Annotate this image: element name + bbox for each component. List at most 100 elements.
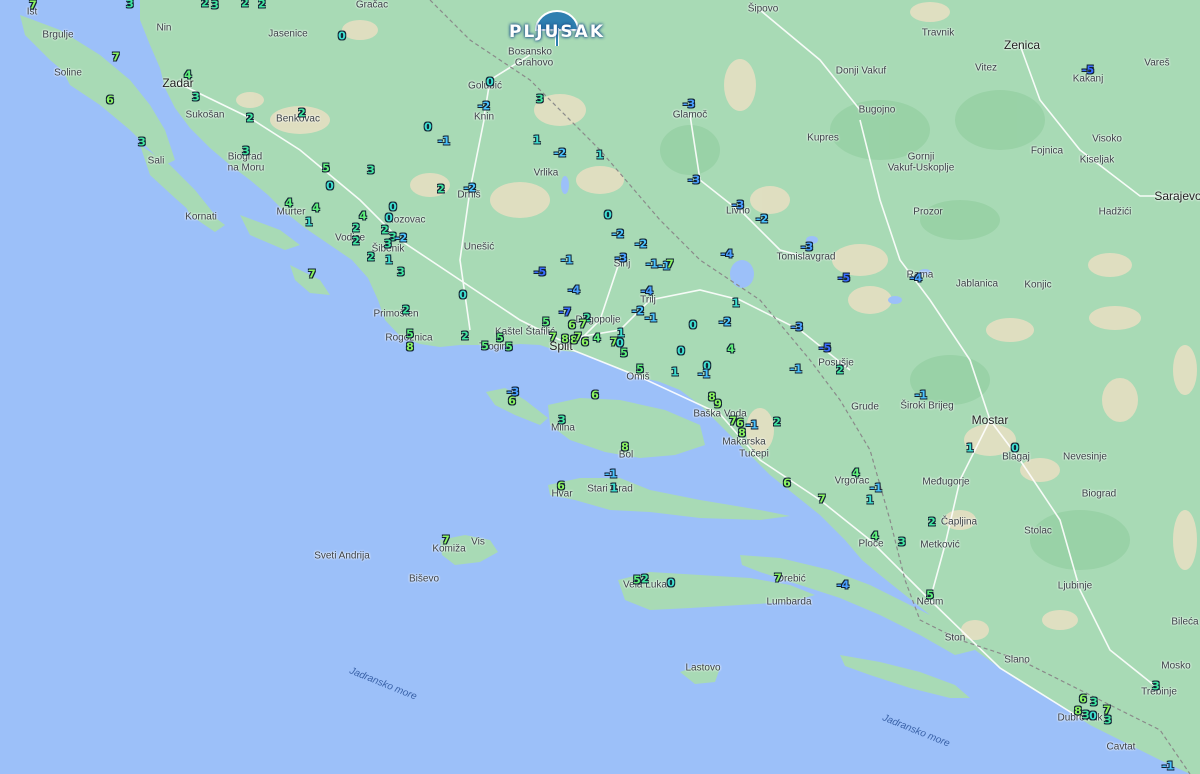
temperature-marker[interactable]: 4 <box>593 332 601 345</box>
temperature-marker[interactable]: 7 <box>112 51 120 64</box>
temperature-marker[interactable]: -1 <box>561 254 573 267</box>
temperature-marker[interactable]: 1 <box>305 216 313 229</box>
temperature-marker[interactable]: -1 <box>645 312 657 325</box>
temperature-marker[interactable]: 0 <box>677 345 685 358</box>
temperature-marker[interactable]: -4 <box>910 272 922 285</box>
temperature-marker[interactable]: 3 <box>126 0 134 11</box>
logo[interactable]: PLJUSAK <box>506 8 608 48</box>
temperature-marker[interactable]: -2 <box>612 228 624 241</box>
temperature-marker[interactable]: 2 <box>773 416 781 429</box>
temperature-marker[interactable]: 3 <box>192 91 200 104</box>
temperature-marker[interactable]: 5 <box>406 328 414 341</box>
temperature-marker[interactable]: 2 <box>836 364 844 377</box>
temperature-marker[interactable]: 0 <box>424 121 432 134</box>
temperature-marker[interactable]: 6 <box>783 477 791 490</box>
temperature-marker[interactable]: 4 <box>727 343 735 356</box>
temperature-marker[interactable]: -2 <box>464 182 476 195</box>
temperature-marker[interactable]: -2 <box>554 147 566 160</box>
temperature-marker[interactable]: -3 <box>683 98 695 111</box>
temperature-marker[interactable]: -1 <box>1162 760 1174 773</box>
temperature-marker[interactable]: 8 <box>406 341 414 354</box>
temperature-marker[interactable]: -1 <box>790 363 802 376</box>
temperature-marker[interactable]: 3 <box>558 414 566 427</box>
temperature-marker[interactable]: 2 <box>298 107 306 120</box>
temperature-marker[interactable]: -4 <box>837 579 849 592</box>
temperature-marker[interactable]: 3 <box>242 145 250 158</box>
temperature-marker[interactable]: 0 <box>1089 710 1097 723</box>
temperature-marker[interactable]: 2 <box>352 222 360 235</box>
temperature-marker[interactable]: -2 <box>632 305 644 318</box>
temperature-marker[interactable]: -2 <box>719 316 731 329</box>
temperature-marker[interactable]: 5 <box>322 162 330 175</box>
temperature-marker[interactable]: 7 <box>579 318 587 331</box>
temperature-marker[interactable]: 8 <box>738 427 746 440</box>
temperature-marker[interactable]: 2 <box>461 330 469 343</box>
temperature-marker[interactable]: 2 <box>928 516 936 529</box>
temperature-marker[interactable]: 1 <box>966 442 974 455</box>
temperature-marker[interactable]: -1 <box>698 368 710 381</box>
temperature-marker[interactable]: -5 <box>1082 64 1094 77</box>
temperature-marker[interactable]: -3 <box>801 241 813 254</box>
temperature-marker[interactable]: 2 <box>437 183 445 196</box>
temperature-marker[interactable]: 2 <box>402 304 410 317</box>
temperature-marker[interactable]: 0 <box>604 209 612 222</box>
temperature-marker[interactable]: 4 <box>285 197 293 210</box>
temperature-marker[interactable]: 4 <box>871 530 879 543</box>
temperature-marker[interactable]: -2 <box>635 238 647 251</box>
temperature-marker[interactable]: 2 <box>201 0 209 10</box>
temperature-marker[interactable]: 4 <box>184 69 192 82</box>
temperature-marker[interactable]: 8 <box>561 333 569 346</box>
temperature-marker[interactable]: 5 <box>620 347 628 360</box>
temperature-marker[interactable]: -1 <box>646 258 658 271</box>
temperature-marker[interactable]: 2 <box>258 0 266 11</box>
temperature-marker[interactable]: -3 <box>791 321 803 334</box>
temperature-marker[interactable]: 5 <box>633 574 641 587</box>
temperature-marker[interactable]: 2 <box>241 0 249 10</box>
temperature-marker[interactable]: 7 <box>308 268 316 281</box>
temperature-marker[interactable]: 2 <box>246 112 254 125</box>
temperature-marker[interactable]: -4 <box>568 284 580 297</box>
temperature-marker[interactable]: 0 <box>326 180 334 193</box>
temperature-marker[interactable]: -4 <box>721 248 733 261</box>
temperature-marker[interactable]: 3 <box>1104 714 1112 727</box>
temperature-marker[interactable]: 4 <box>852 467 860 480</box>
temperature-marker[interactable]: 0 <box>486 76 494 89</box>
temperature-marker[interactable]: 4 <box>312 202 320 215</box>
temperature-marker[interactable]: 0 <box>689 319 697 332</box>
temperature-marker[interactable]: 2 <box>352 235 360 248</box>
temperature-marker[interactable]: 6 <box>106 94 114 107</box>
temperature-marker[interactable]: 0 <box>1011 442 1019 455</box>
temperature-marker[interactable]: 3 <box>138 136 146 149</box>
temperature-marker[interactable]: 5 <box>481 340 489 353</box>
temperature-marker[interactable]: -2 <box>756 213 768 226</box>
temperature-marker[interactable]: 1 <box>610 482 618 495</box>
temperature-marker[interactable]: 3 <box>384 238 392 251</box>
temperature-marker[interactable]: 6 <box>557 480 565 493</box>
temperature-marker[interactable]: 9 <box>714 398 722 411</box>
temperature-marker[interactable]: -4 <box>641 285 653 298</box>
temperature-marker[interactable]: 1 <box>385 254 393 267</box>
temperature-marker[interactable]: 3 <box>1090 696 1098 709</box>
temperature-marker[interactable]: -3 <box>732 199 744 212</box>
temperature-marker[interactable]: 6 <box>591 389 599 402</box>
temperature-marker[interactable]: 6 <box>581 336 589 349</box>
temperature-marker[interactable]: 8 <box>621 441 629 454</box>
temperature-marker[interactable]: 1 <box>866 494 874 507</box>
temperature-marker[interactable]: -2 <box>478 100 490 113</box>
temperature-marker[interactable]: 3 <box>898 536 906 549</box>
temperature-marker[interactable]: 7 <box>818 493 826 506</box>
temperature-marker[interactable]: 8 <box>1074 705 1082 718</box>
temperature-marker[interactable]: 0 <box>667 577 675 590</box>
temperature-marker[interactable]: 5 <box>926 589 934 602</box>
temperature-marker[interactable]: 5 <box>636 363 644 376</box>
temperature-marker[interactable]: 7 <box>666 258 674 271</box>
temperature-marker[interactable]: -3 <box>615 252 627 265</box>
temperature-marker[interactable]: 0 <box>338 30 346 43</box>
temperature-marker[interactable]: 1 <box>671 366 679 379</box>
temperature-marker[interactable]: 5 <box>496 332 504 345</box>
temperature-marker[interactable]: 3 <box>536 93 544 106</box>
temperature-marker[interactable]: 4 <box>359 210 367 223</box>
temperature-marker[interactable]: -5 <box>819 342 831 355</box>
temperature-marker[interactable]: 1 <box>596 149 604 162</box>
temperature-marker[interactable]: 2 <box>367 251 375 264</box>
